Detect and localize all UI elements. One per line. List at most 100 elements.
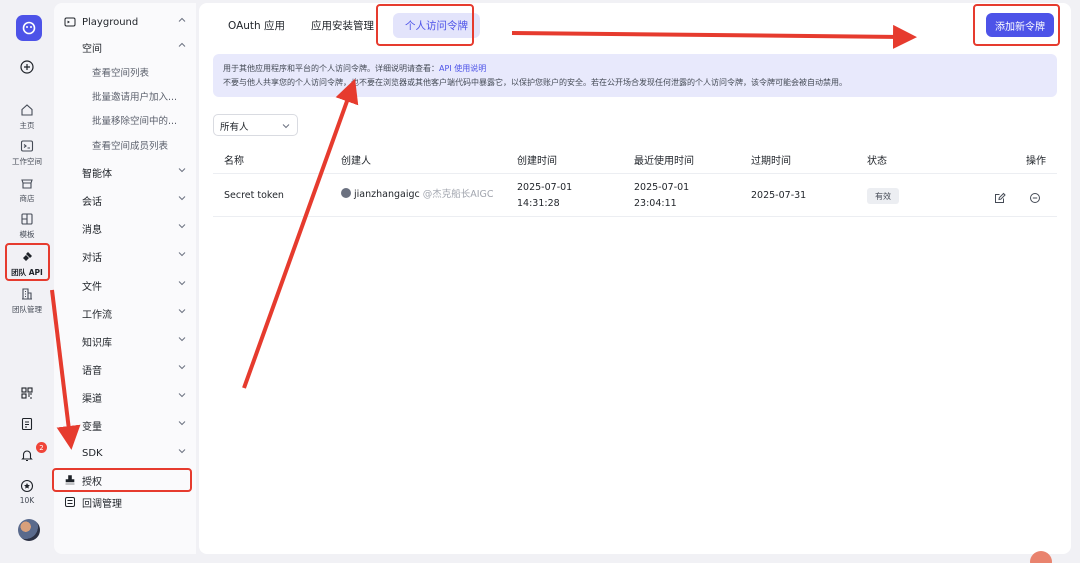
rail-label: 商店 bbox=[19, 194, 35, 203]
owner-filter-select[interactable]: 所有人 bbox=[213, 114, 298, 136]
chevron-up-icon bbox=[178, 42, 186, 47]
nav-label: Playground bbox=[82, 16, 139, 28]
rail-item-docs[interactable] bbox=[4, 417, 50, 434]
rail-item-grid[interactable] bbox=[4, 386, 50, 403]
tab-app-install[interactable]: 应用安装管理 bbox=[306, 13, 379, 38]
edit-icon[interactable] bbox=[994, 192, 1006, 204]
nav-group-variable[interactable]: 变量 bbox=[54, 415, 196, 435]
terminal-icon bbox=[20, 140, 34, 152]
chevron-down-icon bbox=[178, 281, 186, 286]
notice-line-1: 用于其他应用程序和平台的个人访问令牌。详细说明请查看：API 使用说明 bbox=[223, 62, 1047, 76]
col-header-last-used: 最近使用时间 bbox=[634, 156, 694, 167]
rail-label: 主页 bbox=[19, 121, 35, 130]
col-header-actions: 操作 bbox=[1026, 156, 1046, 167]
token-created-date: 2025-07-01 bbox=[517, 182, 573, 193]
nav-space[interactable]: 空间 bbox=[54, 37, 196, 57]
nav-batch-invite[interactable]: 批量邀请用户加入... bbox=[54, 86, 196, 106]
token-created-time: 14:31:28 bbox=[517, 198, 560, 209]
nav-label: 空间 bbox=[82, 43, 102, 55]
rail-label: 模板 bbox=[19, 230, 35, 239]
notice-text: 用于其他应用程序和平台的个人访问令牌。详细说明请查看： bbox=[223, 64, 439, 73]
nav-group-knowledge[interactable]: 知识库 bbox=[54, 331, 196, 351]
nav-group-chat[interactable]: 对话 bbox=[54, 246, 196, 266]
token-name: Secret token bbox=[224, 190, 284, 201]
rail-item-store[interactable]: 商店 bbox=[4, 176, 50, 204]
nav-label: 对话 bbox=[82, 252, 102, 264]
nav-label: 变量 bbox=[82, 421, 102, 433]
token-creator: jianzhangaigc @杰克船长AIGC bbox=[341, 187, 494, 203]
nav-group-sdk[interactable]: SDK bbox=[54, 443, 196, 463]
nav-group-agent[interactable]: 智能体 bbox=[54, 162, 196, 182]
nav-group-message[interactable]: 消息 bbox=[54, 218, 196, 238]
col-header-name: 名称 bbox=[224, 156, 244, 167]
nav-label: 批量邀请用户加入... bbox=[92, 92, 178, 103]
create-button[interactable] bbox=[4, 60, 50, 77]
nav-batch-remove[interactable]: 批量移除空间中的... bbox=[54, 110, 196, 130]
rail-item-team-manage[interactable]: 团队管理 bbox=[4, 287, 50, 315]
rail-item-template[interactable]: 模板 bbox=[4, 212, 50, 240]
chevron-down-icon bbox=[282, 124, 290, 129]
token-expires: 2025-07-31 bbox=[751, 190, 807, 201]
rail-item-home[interactable]: 主页 bbox=[4, 103, 50, 131]
nav-label: SDK bbox=[82, 447, 103, 459]
rail-label: 10K bbox=[19, 496, 35, 505]
highlight-box-team-api bbox=[5, 243, 50, 281]
rail-label: 团队管理 bbox=[12, 305, 42, 314]
table-row-divider bbox=[213, 216, 1057, 217]
rail-item-credits[interactable]: 10K bbox=[4, 479, 50, 505]
tab-oauth-apps[interactable]: OAuth 应用 bbox=[223, 13, 290, 38]
chevron-down-icon bbox=[178, 365, 186, 370]
token-last-used-time: 23:04:11 bbox=[634, 198, 677, 209]
nav-label: 查看空间列表 bbox=[92, 68, 150, 79]
nav-group-file[interactable]: 文件 bbox=[54, 275, 196, 295]
nav-group-workflow[interactable]: 工作流 bbox=[54, 303, 196, 323]
nav-group-session[interactable]: 会话 bbox=[54, 190, 196, 210]
col-header-creator: 创建人 bbox=[341, 156, 371, 167]
building-icon bbox=[22, 288, 32, 300]
creator-note: @杰克船长AIGC bbox=[422, 189, 494, 200]
col-header-created: 创建时间 bbox=[517, 156, 557, 167]
left-rail: 主页 工作空间 商店 模板 团队 API 团队管理 2 10K bbox=[0, 0, 54, 563]
info-notice: 用于其他应用程序和平台的个人访问令牌。详细说明请查看：API 使用说明 不要与他… bbox=[213, 54, 1057, 97]
col-header-status: 状态 bbox=[867, 156, 887, 167]
nav-label: 批量移除空间中的... bbox=[92, 116, 178, 127]
main-content: OAuth 应用 应用安装管理 个人访问令牌 添加新令牌 用于其他应用程序和平台… bbox=[199, 3, 1071, 554]
user-avatar[interactable] bbox=[18, 519, 40, 541]
rail-item-workspace[interactable]: 工作空间 bbox=[4, 139, 50, 167]
app-logo-icon[interactable] bbox=[16, 15, 42, 41]
nav-label: 工作流 bbox=[82, 309, 112, 321]
nav-group-voice[interactable]: 语音 bbox=[54, 359, 196, 379]
disable-icon[interactable] bbox=[1029, 192, 1041, 204]
nav-callback[interactable]: 回调管理 bbox=[54, 492, 196, 512]
template-icon bbox=[21, 213, 33, 225]
col-header-expires: 过期时间 bbox=[751, 156, 791, 167]
api-doc-link[interactable]: API 使用说明 bbox=[439, 64, 486, 73]
highlight-box-tab bbox=[376, 4, 474, 46]
nav-label: 查看空间成员列表 bbox=[92, 141, 169, 152]
token-last-used-date: 2025-07-01 bbox=[634, 182, 690, 193]
bell-icon bbox=[21, 450, 33, 462]
chevron-down-icon bbox=[178, 393, 186, 398]
playground-icon bbox=[64, 17, 76, 27]
chevron-down-icon bbox=[178, 168, 186, 173]
nav-label: 语音 bbox=[82, 365, 102, 377]
notification-badge: 2 bbox=[36, 442, 47, 453]
nav-label: 知识库 bbox=[82, 337, 112, 349]
table-header-divider bbox=[213, 173, 1057, 174]
nav-group-channel[interactable]: 渠道 bbox=[54, 387, 196, 407]
chevron-down-icon bbox=[178, 224, 186, 229]
grid-icon bbox=[21, 387, 33, 399]
nav-label: 消息 bbox=[82, 224, 102, 236]
nav-playground[interactable]: Playground bbox=[54, 12, 196, 32]
creator-avatar bbox=[341, 188, 351, 198]
callback-icon bbox=[65, 497, 75, 507]
chevron-up-icon bbox=[178, 17, 186, 22]
nav-space-list[interactable]: 查看空间列表 bbox=[54, 62, 196, 82]
nav-label: 会话 bbox=[82, 196, 102, 208]
chevron-down-icon bbox=[178, 196, 186, 201]
nav-space-members[interactable]: 查看空间成员列表 bbox=[54, 135, 196, 155]
plus-circle-icon bbox=[20, 60, 34, 74]
nav-label: 智能体 bbox=[82, 168, 112, 180]
nav-label: 渠道 bbox=[82, 393, 102, 405]
rail-label: 工作空间 bbox=[12, 157, 42, 166]
